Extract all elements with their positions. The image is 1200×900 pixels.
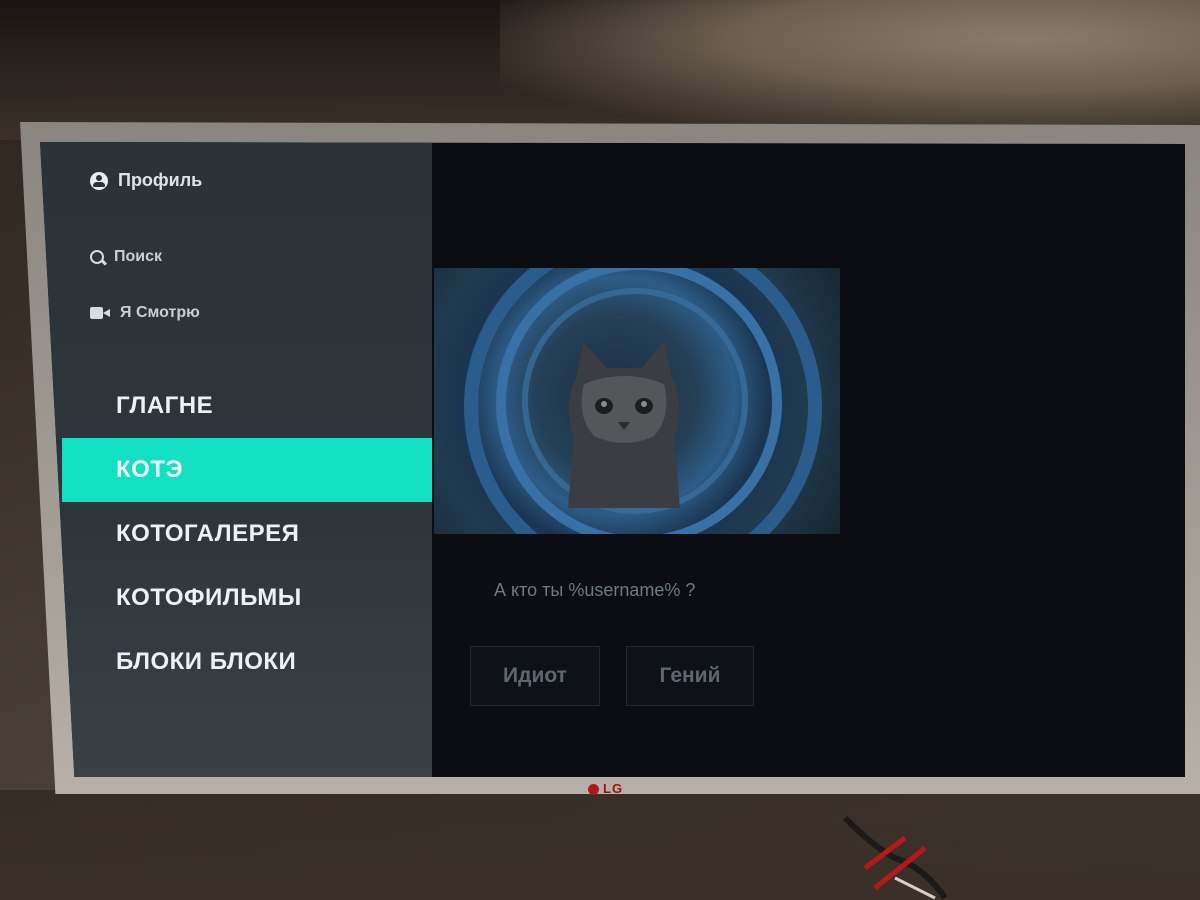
tv-screen: Профиль Поиск Я Смотрю ГЛАГНЕ КОТЭ КОТОГ… xyxy=(40,142,1185,777)
main-menu: ГЛАГНЕ КОТЭ КОТОГАЛЕРЕЯ КОТОФИЛЬМЫ БЛОКИ… xyxy=(40,374,432,694)
menu-item-glagne[interactable]: ГЛАГНЕ xyxy=(40,374,432,438)
menu-item-kote[interactable]: КОТЭ xyxy=(62,438,432,502)
question-text: А кто ты %username% ? xyxy=(494,580,696,600)
answer-idiot-button[interactable]: Идиот xyxy=(470,646,600,706)
search-icon xyxy=(90,250,104,264)
brand-text: LG xyxy=(603,781,624,796)
profile-link[interactable]: Профиль xyxy=(90,170,202,191)
search-label: Поиск xyxy=(114,248,163,265)
menu-item-bloki[interactable]: БЛОКИ БЛОКИ xyxy=(40,630,432,694)
camera-icon xyxy=(90,307,110,319)
tv-brand-logo: LG xyxy=(588,781,648,801)
lower-wall xyxy=(0,790,1200,900)
cat-figure xyxy=(568,342,680,508)
lg-logo-icon xyxy=(588,784,599,796)
search-link[interactable]: Поиск xyxy=(90,248,162,266)
wall-light-patch xyxy=(500,0,1200,130)
watching-label: Я Смотрю xyxy=(120,304,200,321)
sidebar: Профиль Поиск Я Смотрю ГЛАГНЕ КОТЭ КОТОГ… xyxy=(40,142,432,777)
menu-item-kotofilms[interactable]: КОТОФИЛЬМЫ xyxy=(40,566,432,630)
cat-hero-image xyxy=(434,268,840,534)
watching-link[interactable]: Я Смотрю xyxy=(90,304,200,322)
menu-item-kotogallery[interactable]: КОТОГАЛЕРЕЯ xyxy=(40,502,432,566)
profile-label: Профиль xyxy=(118,170,203,190)
answer-genius-button[interactable]: Гений xyxy=(626,646,754,706)
cable-ties xyxy=(842,815,948,900)
profile-icon xyxy=(90,171,108,190)
